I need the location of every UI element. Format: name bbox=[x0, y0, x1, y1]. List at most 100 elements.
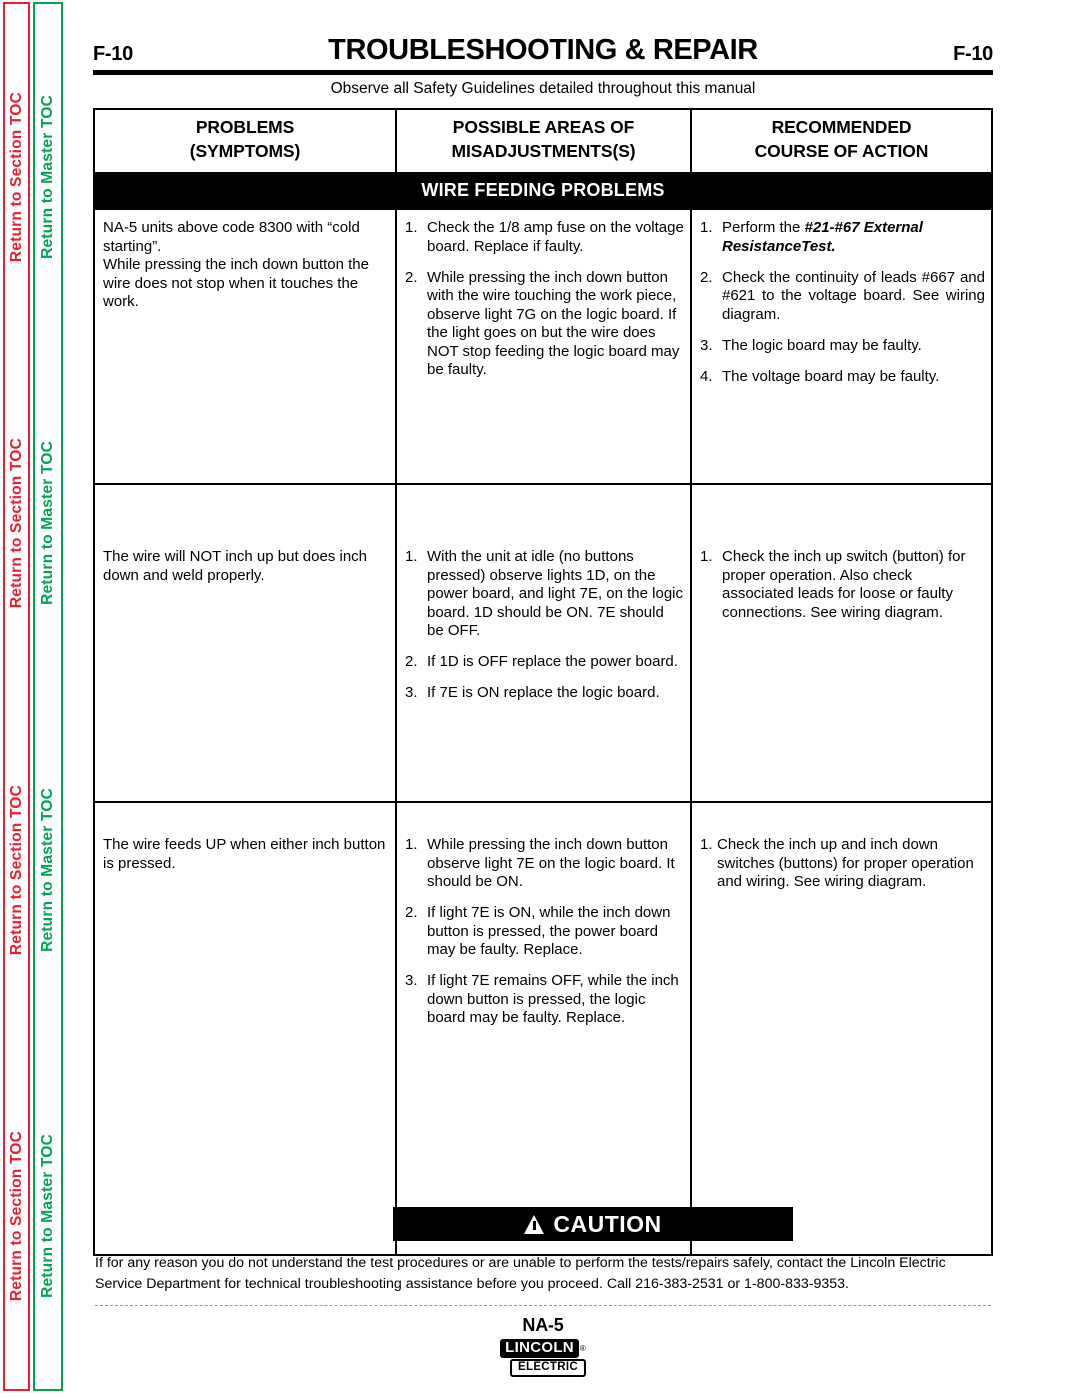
list-item-number: 2. bbox=[700, 268, 713, 286]
list-item-text: If light 7E is ON, while the inch down b… bbox=[427, 904, 671, 959]
list-item-text: While pressing the inch down button with… bbox=[427, 268, 680, 379]
return-to-master-toc-strip[interactable]: Return to Master TOC Return to Master TO… bbox=[33, 2, 63, 1391]
caution-label: CAUTION bbox=[553, 1210, 662, 1237]
page-header: F-10 TROUBLESHOOTING & REPAIR F-10 bbox=[93, 28, 993, 66]
table-header-row: PROBLEMS (SYMPTOMS) POSSIBLE AREAS OF MI… bbox=[93, 107, 993, 175]
list-item: 2. If 1D is OFF replace the power board. bbox=[405, 653, 684, 672]
list-item-number: 2. bbox=[405, 653, 418, 671]
list-item: 3. The logic board may be faulty. bbox=[700, 337, 985, 356]
list-item-text: Check the continuity of leads #667 and #… bbox=[722, 268, 985, 323]
return-to-master-toc-label[interactable]: Return to Master TOC bbox=[39, 95, 56, 259]
symptom-text: While pressing the inch down button the … bbox=[103, 256, 369, 311]
list-item-number: 3. bbox=[700, 336, 713, 354]
list-item-text: If 1D is OFF replace the power board. bbox=[427, 653, 678, 671]
action-text-plain: Perform the bbox=[722, 219, 805, 237]
list-item-number: 1. bbox=[700, 548, 713, 566]
list-item-number: 1. bbox=[700, 219, 713, 237]
troubleshooting-table: PROBLEMS (SYMPTOMS) POSSIBLE AREAS OF MI… bbox=[93, 107, 993, 1257]
return-to-section-toc-label[interactable]: Return to Section TOC bbox=[8, 785, 25, 955]
page-content: F-10 TROUBLESHOOTING & REPAIR F-10 Obser… bbox=[93, 0, 993, 1397]
column-header-line2: COURSE OF ACTION bbox=[754, 140, 929, 161]
symptom-text: The wire feeds UP when either inch butto… bbox=[103, 836, 386, 872]
return-to-section-toc-label[interactable]: Return to Section TOC bbox=[8, 1131, 25, 1301]
return-to-master-toc-label[interactable]: Return to Master TOC bbox=[39, 788, 56, 952]
column-header-course-of-action: RECOMMENDED COURSE OF ACTION bbox=[690, 107, 993, 175]
page-title: TROUBLESHOOTING & REPAIR bbox=[328, 34, 758, 66]
caution-body-text: If for any reason you do not understand … bbox=[95, 1255, 946, 1293]
logo-lincoln-wordmark: LINCOLN bbox=[500, 1338, 579, 1358]
symptom-cell: The wire feeds UP when either inch butto… bbox=[93, 801, 397, 1257]
column-header-line1: PROBLEMS bbox=[195, 117, 295, 137]
list-item-text: The logic board may be faulty. bbox=[722, 336, 922, 354]
list-item-text: If 7E is ON replace the logic board. bbox=[427, 684, 660, 702]
list-item-number: 2. bbox=[405, 904, 418, 922]
safety-note: Observe all Safety Guidelines detailed t… bbox=[330, 80, 756, 97]
table-row: NA-5 units above code 8300 with “cold st… bbox=[93, 208, 993, 486]
misadjustment-cell: 1. With the unit at idle (no buttons pre… bbox=[395, 483, 692, 804]
list-item-text: The voltage board may be faulty. bbox=[722, 367, 940, 385]
misadjustment-cell: 1. While pressing the inch down button o… bbox=[395, 801, 692, 1257]
list-item: 1. With the unit at idle (no buttons pre… bbox=[405, 548, 684, 641]
logo-electric-wordmark: ELECTRIC bbox=[510, 1358, 586, 1377]
return-to-master-toc-label[interactable]: Return to Master TOC bbox=[39, 1134, 56, 1298]
list-item-text: While pressing the inch down button obse… bbox=[427, 836, 675, 891]
return-to-section-toc-strip[interactable]: Return to Section TOC Return to Section … bbox=[3, 2, 30, 1391]
column-header-line2: (SYMPTOMS) bbox=[189, 140, 301, 161]
return-to-master-toc-label[interactable]: Return to Master TOC bbox=[39, 441, 56, 605]
column-header-line1: POSSIBLE AREAS OF bbox=[452, 117, 635, 137]
list-item-number: 2. bbox=[405, 268, 418, 286]
list-item: 4. The voltage board may be faulty. bbox=[700, 368, 985, 387]
return-to-section-toc-label[interactable]: Return to Section TOC bbox=[8, 92, 25, 262]
footer-divider bbox=[95, 1305, 991, 1306]
action-cell: 1. Check the inch up and inch down switc… bbox=[690, 801, 993, 1257]
column-header-line1: RECOMMENDED bbox=[771, 117, 912, 137]
list-item-text: Perform the #21-#67 External ResistanceT… bbox=[722, 219, 985, 256]
list-item-text: Check the 1/8 amp fuse on the voltage bo… bbox=[427, 219, 684, 255]
lincoln-electric-logo: LINCOLN ® ELECTRIC bbox=[500, 1338, 586, 1377]
model-name: NA-5 bbox=[522, 1315, 564, 1335]
list-item: 2. While pressing the inch down button w… bbox=[405, 269, 684, 380]
symptom-cell: The wire will NOT inch up but does inch … bbox=[93, 483, 397, 804]
list-item-number: 3. bbox=[405, 684, 418, 702]
list-item-text: Check the inch up switch (button) for pr… bbox=[722, 548, 966, 621]
list-item-number: 1. bbox=[405, 219, 418, 237]
column-header-problems: PROBLEMS (SYMPTOMS) bbox=[93, 107, 397, 175]
misadjustment-cell: 1. Check the 1/8 amp fuse on the voltage… bbox=[395, 208, 692, 486]
list-item-text: Check the inch up and inch down switches… bbox=[717, 836, 974, 891]
column-header-line2: MISADJUSTMENTS(S) bbox=[451, 140, 636, 161]
action-cell: 1. Perform the #21-#67 External Resistan… bbox=[690, 208, 993, 486]
list-item-text: If light 7E remains OFF, while the inch … bbox=[427, 972, 679, 1027]
list-item: 1. Check the inch up and inch down switc… bbox=[700, 836, 985, 892]
section-band-row: WIRE FEEDING PROBLEMS bbox=[93, 172, 993, 211]
logo-top-row: LINCOLN ® bbox=[500, 1338, 586, 1358]
return-to-section-toc-label[interactable]: Return to Section TOC bbox=[8, 438, 25, 608]
table-row: The wire will NOT inch up but does inch … bbox=[93, 483, 993, 804]
header-divider bbox=[93, 70, 993, 75]
folio-right: F-10 bbox=[953, 43, 993, 65]
folio-left: F-10 bbox=[93, 43, 133, 65]
action-cell: 1. Check the inch up switch (button) for… bbox=[690, 483, 993, 804]
list-item-number: 1. bbox=[405, 548, 418, 566]
list-item-number: 3. bbox=[405, 972, 418, 990]
list-item: 3. If light 7E remains OFF, while the in… bbox=[405, 972, 684, 1028]
registered-trademark-icon: ® bbox=[579, 1343, 586, 1353]
list-item-text: With the unit at idle (no buttons presse… bbox=[427, 548, 684, 640]
list-item: 1. While pressing the inch down button o… bbox=[405, 836, 684, 892]
list-item: 3. If 7E is ON replace the logic board. bbox=[405, 684, 684, 703]
column-header-misadjustments: POSSIBLE AREAS OF MISADJUSTMENTS(S) bbox=[395, 107, 692, 175]
section-band-wire-feeding-problems: WIRE FEEDING PROBLEMS bbox=[93, 172, 993, 211]
list-item: 1. Check the 1/8 amp fuse on the voltage… bbox=[405, 219, 684, 256]
list-item: 1. Perform the #21-#67 External Resistan… bbox=[700, 219, 985, 256]
table-row: The wire feeds UP when either inch butto… bbox=[93, 801, 993, 1257]
warning-triangle-icon bbox=[524, 1214, 545, 1234]
list-item-number: 4. bbox=[700, 367, 713, 385]
symptom-text: NA-5 units above code 8300 with “cold st… bbox=[103, 219, 360, 255]
symptom-cell: NA-5 units above code 8300 with “cold st… bbox=[93, 208, 397, 486]
list-item: 2. If light 7E is ON, while the inch dow… bbox=[405, 904, 684, 960]
symptom-text: The wire will NOT inch up but does inch … bbox=[103, 548, 368, 584]
page-footer: NA-5 LINCOLN ® ELECTRIC bbox=[93, 1315, 993, 1377]
list-item-number: 1. bbox=[700, 836, 713, 854]
list-item: 1. Check the inch up switch (button) for… bbox=[700, 548, 985, 622]
caution-banner: CAUTION bbox=[393, 1207, 793, 1241]
list-item: 2. Check the continuity of leads #667 an… bbox=[700, 269, 985, 325]
